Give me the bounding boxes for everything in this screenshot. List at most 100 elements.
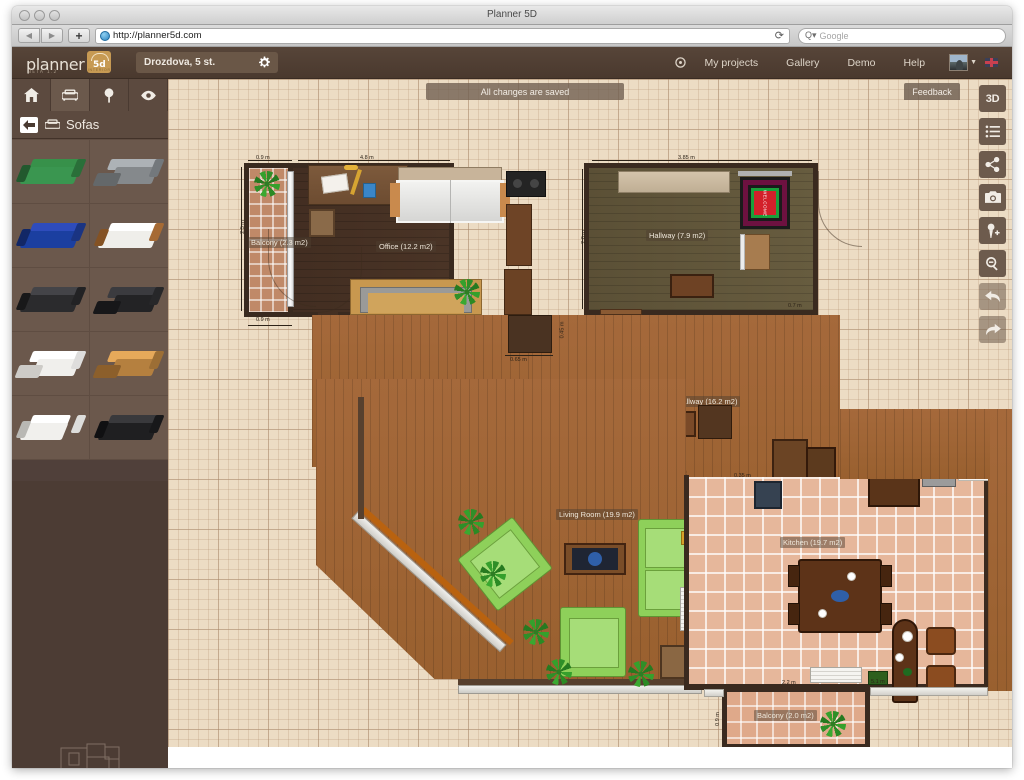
search-input[interactable]: Q▾ Google: [798, 27, 1006, 44]
dining-chair[interactable]: [880, 565, 892, 587]
dim-nook-height: 0.45 m: [559, 321, 566, 339]
dining-chair[interactable]: [788, 603, 800, 625]
plant[interactable]: [254, 171, 280, 197]
dim-kitchen-bottom: 5.1 m: [871, 679, 885, 685]
dim-line: [592, 160, 812, 161]
radiator[interactable]: [810, 667, 862, 683]
sidebar-item-plants[interactable]: [90, 79, 129, 111]
nav-my-projects[interactable]: My projects: [690, 47, 772, 79]
welcome-picture-frame[interactable]: WELCOME: [740, 177, 790, 229]
tv-unit[interactable]: [506, 171, 546, 197]
floorplan-drawing[interactable]: Balcony (2.3 m2) Office (12.2 m2) 0.9 m …: [168, 79, 1012, 768]
plant[interactable]: [546, 659, 572, 685]
target-icon[interactable]: [675, 57, 687, 68]
nightstand[interactable]: [390, 183, 400, 217]
sidebar-item-view[interactable]: [129, 79, 168, 111]
new-tab-button[interactable]: +: [68, 28, 90, 43]
url-input[interactable]: http://planner5d.com ⟳: [95, 27, 790, 44]
nav-help[interactable]: Help: [889, 47, 939, 79]
search-icon: Q▾: [805, 30, 817, 40]
tv[interactable]: [754, 481, 782, 509]
wall: [684, 475, 689, 689]
sidebar-item-furniture[interactable]: [51, 79, 90, 111]
white-corner-sofa-thumbnail: [13, 347, 87, 381]
dining-chair[interactable]: [788, 565, 800, 587]
blue-sofa-thumbnail: [15, 219, 87, 253]
box[interactable]: [363, 183, 376, 198]
room-label-balcony-office: Balcony (2.3 m2): [248, 237, 311, 248]
plant[interactable]: [628, 661, 654, 687]
nav-demo[interactable]: Demo: [833, 47, 889, 79]
planner5d-logo[interactable]: planner BETA 1.2 5d INTERIOR: [26, 51, 118, 75]
reload-icon[interactable]: ⟳: [775, 30, 784, 43]
curtain-rail: [738, 171, 792, 176]
logo-badge-subtext: INTERIOR: [87, 68, 111, 72]
alcove[interactable]: [508, 315, 552, 353]
floorplan-canvas[interactable]: All changes are saved Feedback 3D Balcon…: [168, 79, 1012, 768]
uk-flag-icon[interactable]: [985, 58, 998, 67]
list-item[interactable]: [90, 396, 168, 460]
office-chair[interactable]: [309, 209, 335, 237]
corridor-strip: [988, 409, 1012, 691]
logo-house-icon: 5d INTERIOR: [87, 51, 112, 73]
list-item[interactable]: [12, 140, 90, 204]
black-leather-sofa-thumbnail: [93, 411, 165, 445]
dim-hallway-right: 0.7 m: [788, 303, 802, 309]
room-label-office: Office (12.2 m2): [376, 241, 436, 252]
sidebar-item-home[interactable]: [12, 79, 51, 111]
list-item[interactable]: [12, 332, 90, 396]
plant[interactable]: [523, 619, 549, 645]
laptop[interactable]: [320, 173, 350, 194]
wall: [865, 687, 870, 749]
dining-table[interactable]: [798, 559, 882, 633]
coffee-table[interactable]: [564, 543, 626, 575]
project-selector[interactable]: Drozdova, 5 st.: [136, 52, 278, 73]
door-panel[interactable]: [744, 234, 770, 270]
room-label-hallway-small: Hallway (7.9 m2): [646, 230, 709, 241]
plant[interactable]: [454, 279, 480, 305]
bar-stool[interactable]: [926, 627, 956, 655]
wall: [722, 687, 870, 692]
back-arrow-icon[interactable]: [20, 116, 38, 133]
chevron-down-icon[interactable]: ▼: [970, 59, 977, 66]
cabinet[interactable]: [698, 405, 732, 439]
list-item[interactable]: [90, 140, 168, 204]
app-nav: My projects Gallery Demo Help ▼: [675, 47, 1012, 79]
forward-icon[interactable]: ▶: [41, 28, 63, 43]
list-item[interactable]: [90, 268, 168, 332]
list-item[interactable]: [90, 332, 168, 396]
gear-icon[interactable]: [258, 56, 271, 69]
catalog-tabs: [12, 79, 168, 111]
floorplan-minimap-icon[interactable]: [60, 743, 120, 768]
cabinet[interactable]: [504, 269, 532, 315]
avatar[interactable]: [949, 54, 969, 71]
brown-corner-sofa-thumbnail: [92, 347, 165, 381]
list-item[interactable]: [12, 204, 90, 268]
shelf[interactable]: [618, 171, 730, 193]
list-item[interactable]: [12, 268, 90, 332]
dim-line: [505, 355, 553, 356]
console-table[interactable]: [670, 274, 714, 298]
white-armchair-thumbnail: [15, 411, 87, 445]
window-band[interactable]: [704, 689, 724, 697]
breadcrumb-label: Sofas: [66, 117, 100, 132]
project-name: Drozdova, 5 st.: [144, 57, 216, 68]
window-band[interactable]: [458, 685, 702, 694]
plant[interactable]: [458, 509, 484, 535]
plant[interactable]: [480, 561, 506, 587]
cabinet[interactable]: [506, 204, 532, 266]
plant[interactable]: [820, 711, 846, 737]
list-item[interactable]: [90, 204, 168, 268]
search-placeholder: Google: [819, 30, 849, 41]
desk-lamp-head: [344, 165, 358, 170]
nav-gallery[interactable]: Gallery: [772, 47, 833, 79]
list-item[interactable]: [12, 396, 90, 460]
window-band[interactable]: [870, 687, 988, 696]
dim-line: [241, 167, 242, 311]
back-icon[interactable]: ◀: [18, 28, 40, 43]
app-header: planner BETA 1.2 5d INTERIOR Drozdova, 5…: [12, 47, 1012, 79]
sidebar-lower-area: [12, 481, 168, 768]
dining-chair[interactable]: [880, 603, 892, 625]
green-sofa-thumbnail: [15, 155, 87, 189]
black-corner-sofa-thumbnail: [92, 283, 165, 317]
